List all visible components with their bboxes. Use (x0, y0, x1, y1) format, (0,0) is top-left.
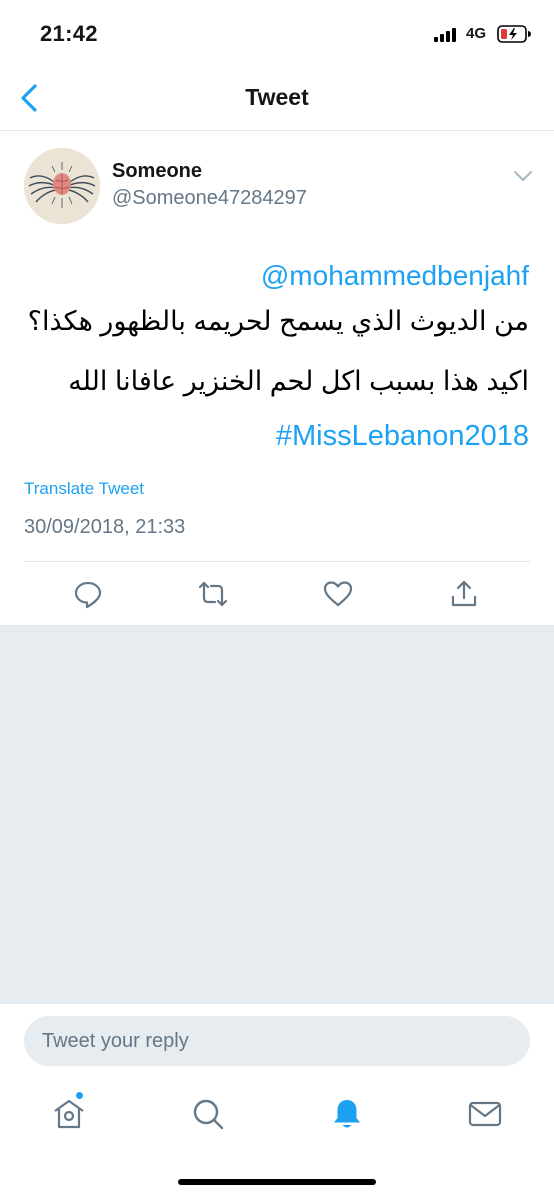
reply-bar: Tweet your reply (0, 1003, 554, 1076)
network-label: 4G (466, 25, 487, 42)
user-name[interactable]: Someone (112, 160, 202, 183)
home-icon[interactable] (51, 1096, 87, 1132)
signal-icon (434, 28, 460, 42)
heart-icon[interactable] (322, 578, 354, 610)
mention-link[interactable]: @mohammedbenjahf (261, 260, 529, 292)
status-time: 21:42 (40, 21, 98, 46)
chevron-down-icon[interactable] (510, 166, 536, 186)
tweet-timestamp: 30/09/2018, 21:33 (24, 516, 186, 538)
tweet-text-line: اكيد هذا بسبب اكل لحم الخنزير عافانا الل… (68, 366, 529, 396)
home-indicator (178, 1179, 376, 1185)
avatar[interactable] (24, 148, 100, 224)
reply-icon[interactable] (72, 578, 104, 610)
mail-icon[interactable] (467, 1096, 503, 1132)
translate-tweet-link[interactable]: Translate Tweet (24, 479, 144, 499)
replies-area (0, 626, 554, 1003)
reply-input[interactable]: Tweet your reply (24, 1016, 530, 1066)
retweet-icon[interactable] (197, 578, 229, 610)
user-handle[interactable]: @Someone47284297 (112, 187, 307, 210)
page-title: Tweet (245, 84, 309, 110)
search-icon[interactable] (190, 1096, 226, 1132)
tweet-text-line: من الديوث الذي يسمح لحريمه بالظهور هكذا؟ (27, 306, 529, 336)
hashtag-link[interactable]: #MissLebanon2018 (276, 420, 529, 453)
avatar-image (24, 148, 100, 224)
battery-icon (497, 25, 531, 43)
divider (24, 561, 530, 562)
bell-icon[interactable] (329, 1096, 365, 1132)
navigation-bar: Tweet (0, 66, 554, 131)
notification-dot (76, 1092, 83, 1099)
share-icon[interactable] (448, 578, 480, 610)
status-bar: 21:42 4G (0, 0, 554, 66)
